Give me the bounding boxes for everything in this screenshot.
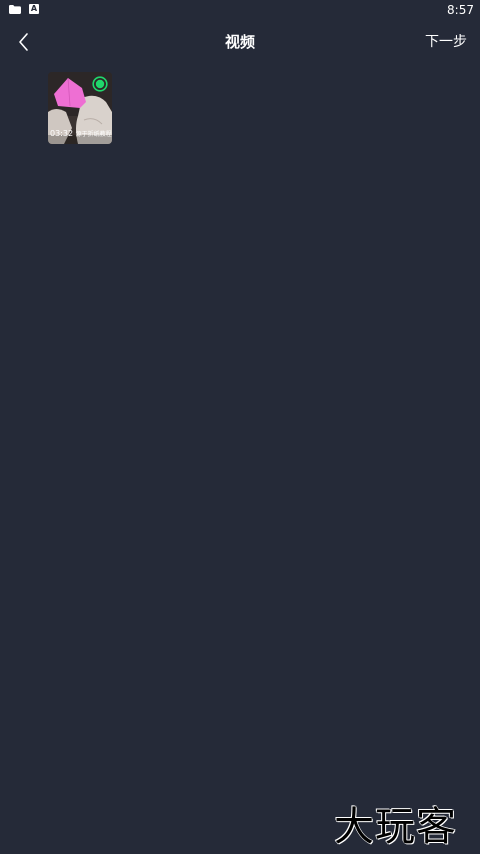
page-title: 视频 <box>224 33 255 51</box>
watermark-logo: 大玩客 <box>334 804 457 851</box>
selected-check-icon[interactable] <box>92 76 108 92</box>
chevron-left-icon <box>19 33 28 51</box>
video-thumbnail[interactable]: 03:32 源于折纸教程 <box>48 72 112 144</box>
status-time: 8:57 <box>447 3 474 17</box>
next-step-button[interactable]: 下一步 <box>425 32 467 52</box>
video-caption: 源于折纸教程 <box>75 131 112 138</box>
a-badge-icon: A <box>29 4 39 14</box>
back-button[interactable] <box>10 28 38 56</box>
duration-text: 03:32 <box>50 129 74 138</box>
folder-icon <box>9 5 21 14</box>
video-duration: 03:32 源于折纸教程 <box>50 129 112 139</box>
nav-bar: 视频 下一步 <box>0 22 480 62</box>
video-grid: 03:32 源于折纸教程 <box>48 72 112 144</box>
status-bar: A 8:57 <box>0 0 480 20</box>
